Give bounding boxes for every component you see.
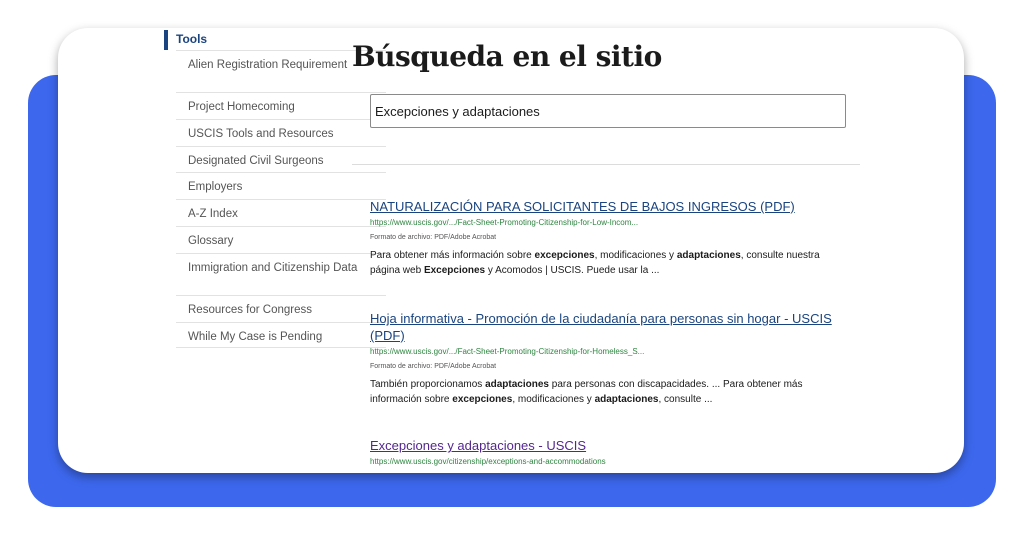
result-title-link[interactable]: Hoja informativa - Promoción de la ciuda… — [370, 310, 850, 344]
snippet-highlight: adaptaciones — [594, 394, 659, 405]
search-result: Excepciones y adaptaciones - USCIS https… — [370, 437, 850, 466]
snippet-highlight: Excepciones — [423, 265, 486, 276]
snippet-text: y Acomodos | USCIS. Puede usar la ... — [485, 265, 660, 276]
result-file-format: Formato de archivo: PDF/Adobe Acrobat — [370, 234, 497, 241]
snippet-text: , modificaciones y — [512, 394, 595, 405]
result-file-format: Formato de archivo: PDF/Adobe Acrobat — [370, 363, 497, 370]
sidebar-item-immigration-data[interactable]: Immigration and Citizenship Data — [176, 252, 386, 295]
search-input[interactable] — [370, 94, 846, 128]
sidebar-section-title: Tools — [164, 30, 207, 50]
result-url: https://www.uscis.gov/citizenship/except… — [370, 457, 606, 466]
search-result: Hoja informativa - Promoción de la ciuda… — [370, 310, 850, 407]
sidebar-item-uscis-tools[interactable]: USCIS Tools and Resources — [176, 118, 386, 146]
sidebar-item-congress[interactable]: Resources for Congress — [176, 294, 386, 322]
snippet-text: , modificaciones y — [594, 250, 677, 261]
snippet-highlight: adaptaciones — [485, 379, 549, 390]
search-result: NATURALIZACIÓN PARA SOLICITANTES DE BAJO… — [370, 198, 850, 278]
divider — [352, 164, 860, 165]
sidebar-item-glossary[interactable]: Glossary — [176, 225, 386, 253]
snippet-text: También proporcionamos — [370, 379, 486, 390]
snippet-text: , consulte ... — [658, 394, 713, 405]
page-title: Búsqueda en el sitio — [352, 40, 662, 73]
sidebar-item-employers[interactable]: Employers — [176, 172, 386, 199]
snippet-highlight: excepciones — [452, 394, 513, 405]
sidebar-item-case-pending[interactable]: While My Case is Pending — [176, 321, 386, 349]
result-url: https://www.uscis.gov/.../Fact-Sheet-Pro… — [370, 218, 639, 227]
result-snippet: También proporcionamos adaptaciones para… — [370, 377, 850, 407]
sidebar-list: Alien Registration Requirement Project H… — [176, 50, 386, 349]
sidebar-item-civil-surgeons[interactable]: Designated Civil Surgeons — [176, 145, 386, 173]
result-title-link[interactable]: NATURALIZACIÓN PARA SOLICITANTES DE BAJO… — [370, 198, 850, 215]
result-snippet: Para obtener más información sobre excep… — [370, 248, 850, 278]
snippet-highlight: excepciones — [534, 250, 595, 261]
sidebar-item-project-homecoming[interactable]: Project Homecoming — [176, 92, 386, 119]
snippet-highlight: adaptaciones — [676, 250, 741, 261]
sidebar-item-az-index[interactable]: A-Z Index — [176, 199, 386, 226]
browser-window: Tools Alien Registration Requirement Pro… — [58, 28, 964, 473]
result-url: https://www.uscis.gov/.../Fact-Sheet-Pro… — [370, 347, 645, 356]
result-title-link[interactable]: Excepciones y adaptaciones - USCIS — [370, 437, 850, 454]
snippet-text: Para obtener más información sobre — [370, 250, 535, 261]
